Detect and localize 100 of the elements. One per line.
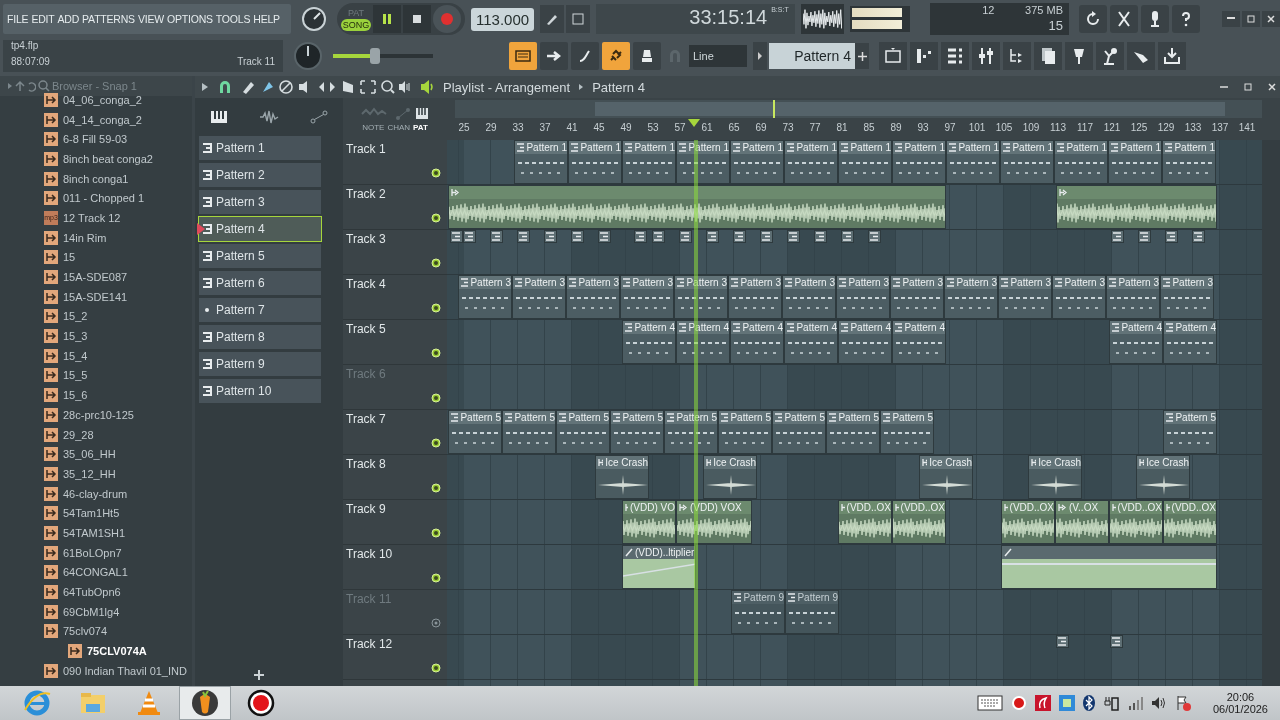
pattern-clip[interactable]: Pattern 3 (458, 275, 512, 319)
pattern-clip[interactable] (733, 230, 746, 243)
toolbar-button[interactable] (1034, 42, 1062, 70)
pattern-clip[interactable]: Pattern 5 (1163, 410, 1217, 454)
pattern-clip[interactable]: Pattern 5 (610, 410, 664, 454)
pattern-clip[interactable]: Pattern 1 (730, 140, 784, 184)
menu-item[interactable]: VIEW (137, 13, 164, 25)
audio-clip[interactable]: (VDD) VOX (676, 500, 752, 544)
pattern-clip[interactable]: Pattern 3 (566, 275, 620, 319)
pattern-clip[interactable]: Pattern 3 (998, 275, 1052, 319)
pattern-clip[interactable]: Pattern 1 (568, 140, 622, 184)
pattern-item[interactable]: Pattern 9 (199, 352, 321, 376)
taskbar-app[interactable] (180, 687, 230, 719)
browser-item[interactable]: 011 - Chopped 1 (0, 188, 192, 209)
pattern-selector[interactable]: Pattern 4 (769, 43, 855, 69)
pattern-clip[interactable] (571, 230, 584, 243)
pattern-clip[interactable]: Pattern 4 (838, 320, 892, 364)
tool-button[interactable] (540, 5, 565, 33)
pattern-clip[interactable] (841, 230, 854, 243)
piano-icon[interactable] (210, 110, 229, 124)
pattern-clip[interactable] (814, 230, 827, 243)
toolbar-button[interactable] (879, 42, 907, 70)
pattern-clip[interactable]: Pattern 3 (620, 275, 674, 319)
browser-item[interactable]: 69CbM1lg4 (0, 601, 192, 622)
filter-toggle[interactable]: CHAN (387, 122, 411, 132)
browser-item[interactable]: 64CONGAL1 (0, 562, 192, 583)
browser-item[interactable]: 61BoLOpn7 (0, 542, 192, 563)
menu-item[interactable]: HELP (253, 13, 280, 25)
pattern-clip[interactable]: Pattern 3 (944, 275, 998, 319)
menu-item[interactable]: ADD (57, 13, 80, 25)
pause-button[interactable] (373, 5, 401, 33)
toolbar-button[interactable] (509, 42, 537, 70)
audio-clip[interactable]: Ice Crash (595, 455, 649, 499)
mode-switch[interactable]: SONG (341, 19, 371, 31)
toolbar-button[interactable] (540, 42, 568, 70)
pattern-item[interactable]: Pattern 1 (199, 136, 321, 160)
pattern-clip[interactable]: Pattern 3 (890, 275, 944, 319)
browser-item[interactable]: 46-clay-drum (0, 483, 192, 504)
browser-item[interactable]: 35_06_HH (0, 444, 192, 465)
pattern-clip[interactable]: Pattern 1 (1108, 140, 1162, 184)
filter-toggle[interactable]: NOTE (362, 122, 385, 132)
pattern-item[interactable]: Pattern 10 (199, 379, 321, 403)
automation-clip[interactable] (1001, 545, 1217, 589)
browser-item[interactable]: 29_28 (0, 424, 192, 445)
browser-item[interactable]: 64TubOpn6 (0, 582, 192, 602)
browser-item[interactable]: 75CLV074A (0, 641, 192, 661)
pattern-item[interactable]: Pattern 8 (199, 325, 321, 349)
audio-clip[interactable]: (VDD..OX (1109, 500, 1163, 544)
toolbar-button[interactable] (1065, 42, 1093, 70)
pattern-clip[interactable] (679, 230, 692, 243)
toolbar-button[interactable] (633, 42, 661, 70)
snap-dropdown[interactable]: Line (689, 45, 747, 67)
pattern-item[interactable]: Pattern 5 (199, 244, 321, 268)
pattern-clip[interactable] (1110, 635, 1123, 648)
pattern-item[interactable]: Pattern 3 (199, 190, 321, 214)
pattern-clip[interactable] (1111, 230, 1124, 243)
browser-item[interactable]: 15_4 (0, 345, 192, 366)
audio-clip[interactable]: (VDD) VO (622, 500, 676, 544)
clock-date[interactable]: 06/01/2026 (1212, 703, 1268, 715)
navigation-icon[interactable] (6, 80, 36, 92)
filter-toggle[interactable]: PAT (413, 122, 428, 132)
toolbar-button[interactable] (602, 42, 630, 70)
browser-item[interactable]: 15_2 (0, 306, 192, 327)
record-icon[interactable] (1010, 695, 1027, 711)
pattern-clip[interactable]: Pattern 5 (826, 410, 880, 454)
close-button[interactable] (1262, 11, 1280, 27)
pattern-clip[interactable] (634, 230, 647, 243)
pattern-clip[interactable]: Pattern 4 (730, 320, 784, 364)
slider-handle[interactable] (370, 48, 380, 64)
speaker-icon[interactable] (419, 79, 435, 95)
refresh-button[interactable] (1079, 5, 1107, 33)
pattern-clip[interactable] (760, 230, 773, 243)
pattern-clip[interactable]: Pattern 4 (1163, 320, 1217, 364)
pattern-clip[interactable] (706, 230, 719, 243)
pattern-clip[interactable] (490, 230, 503, 243)
toolbar-button[interactable] (910, 42, 938, 70)
pattern-clip[interactable]: Pattern 5 (448, 410, 502, 454)
audio-clip[interactable]: (VDD..OX (1163, 500, 1217, 544)
pattern-clip[interactable]: Pattern 3 (1106, 275, 1160, 319)
pattern-clip[interactable]: Pattern 3 (836, 275, 890, 319)
automation-clip[interactable]: (VDD)..ltiplier (622, 545, 696, 589)
pattern-clip[interactable]: Pattern 3 (674, 275, 728, 319)
browser-item[interactable]: 54Tam1Ht5 (0, 503, 192, 524)
signal-icon[interactable] (1126, 695, 1143, 711)
tool-button[interactable] (566, 5, 591, 33)
toolbar-button[interactable] (941, 42, 969, 70)
browser-item[interactable]: 35_12_HH (0, 464, 192, 484)
tempo-display[interactable]: 113.000 (471, 7, 535, 31)
browser-item[interactable]: 15_5 (0, 365, 192, 386)
audio-clip[interactable]: (VDD..OX (1001, 500, 1055, 544)
vertical-scrollbar[interactable] (1262, 140, 1280, 686)
pattern-clip[interactable]: Pattern 1 (514, 140, 568, 184)
pattern-clip[interactable]: Pattern 5 (556, 410, 610, 454)
track-switch[interactable] (431, 618, 441, 628)
pattern-clip[interactable]: Pattern 3 (728, 275, 782, 319)
arrow-icon[interactable] (201, 82, 209, 92)
menu-item[interactable]: EDIT (31, 13, 55, 25)
pattern-clip[interactable]: Pattern 3 (512, 275, 566, 319)
browser-item[interactable]: 04_14_conga_2 (0, 109, 192, 130)
help-button[interactable] (1172, 5, 1200, 33)
